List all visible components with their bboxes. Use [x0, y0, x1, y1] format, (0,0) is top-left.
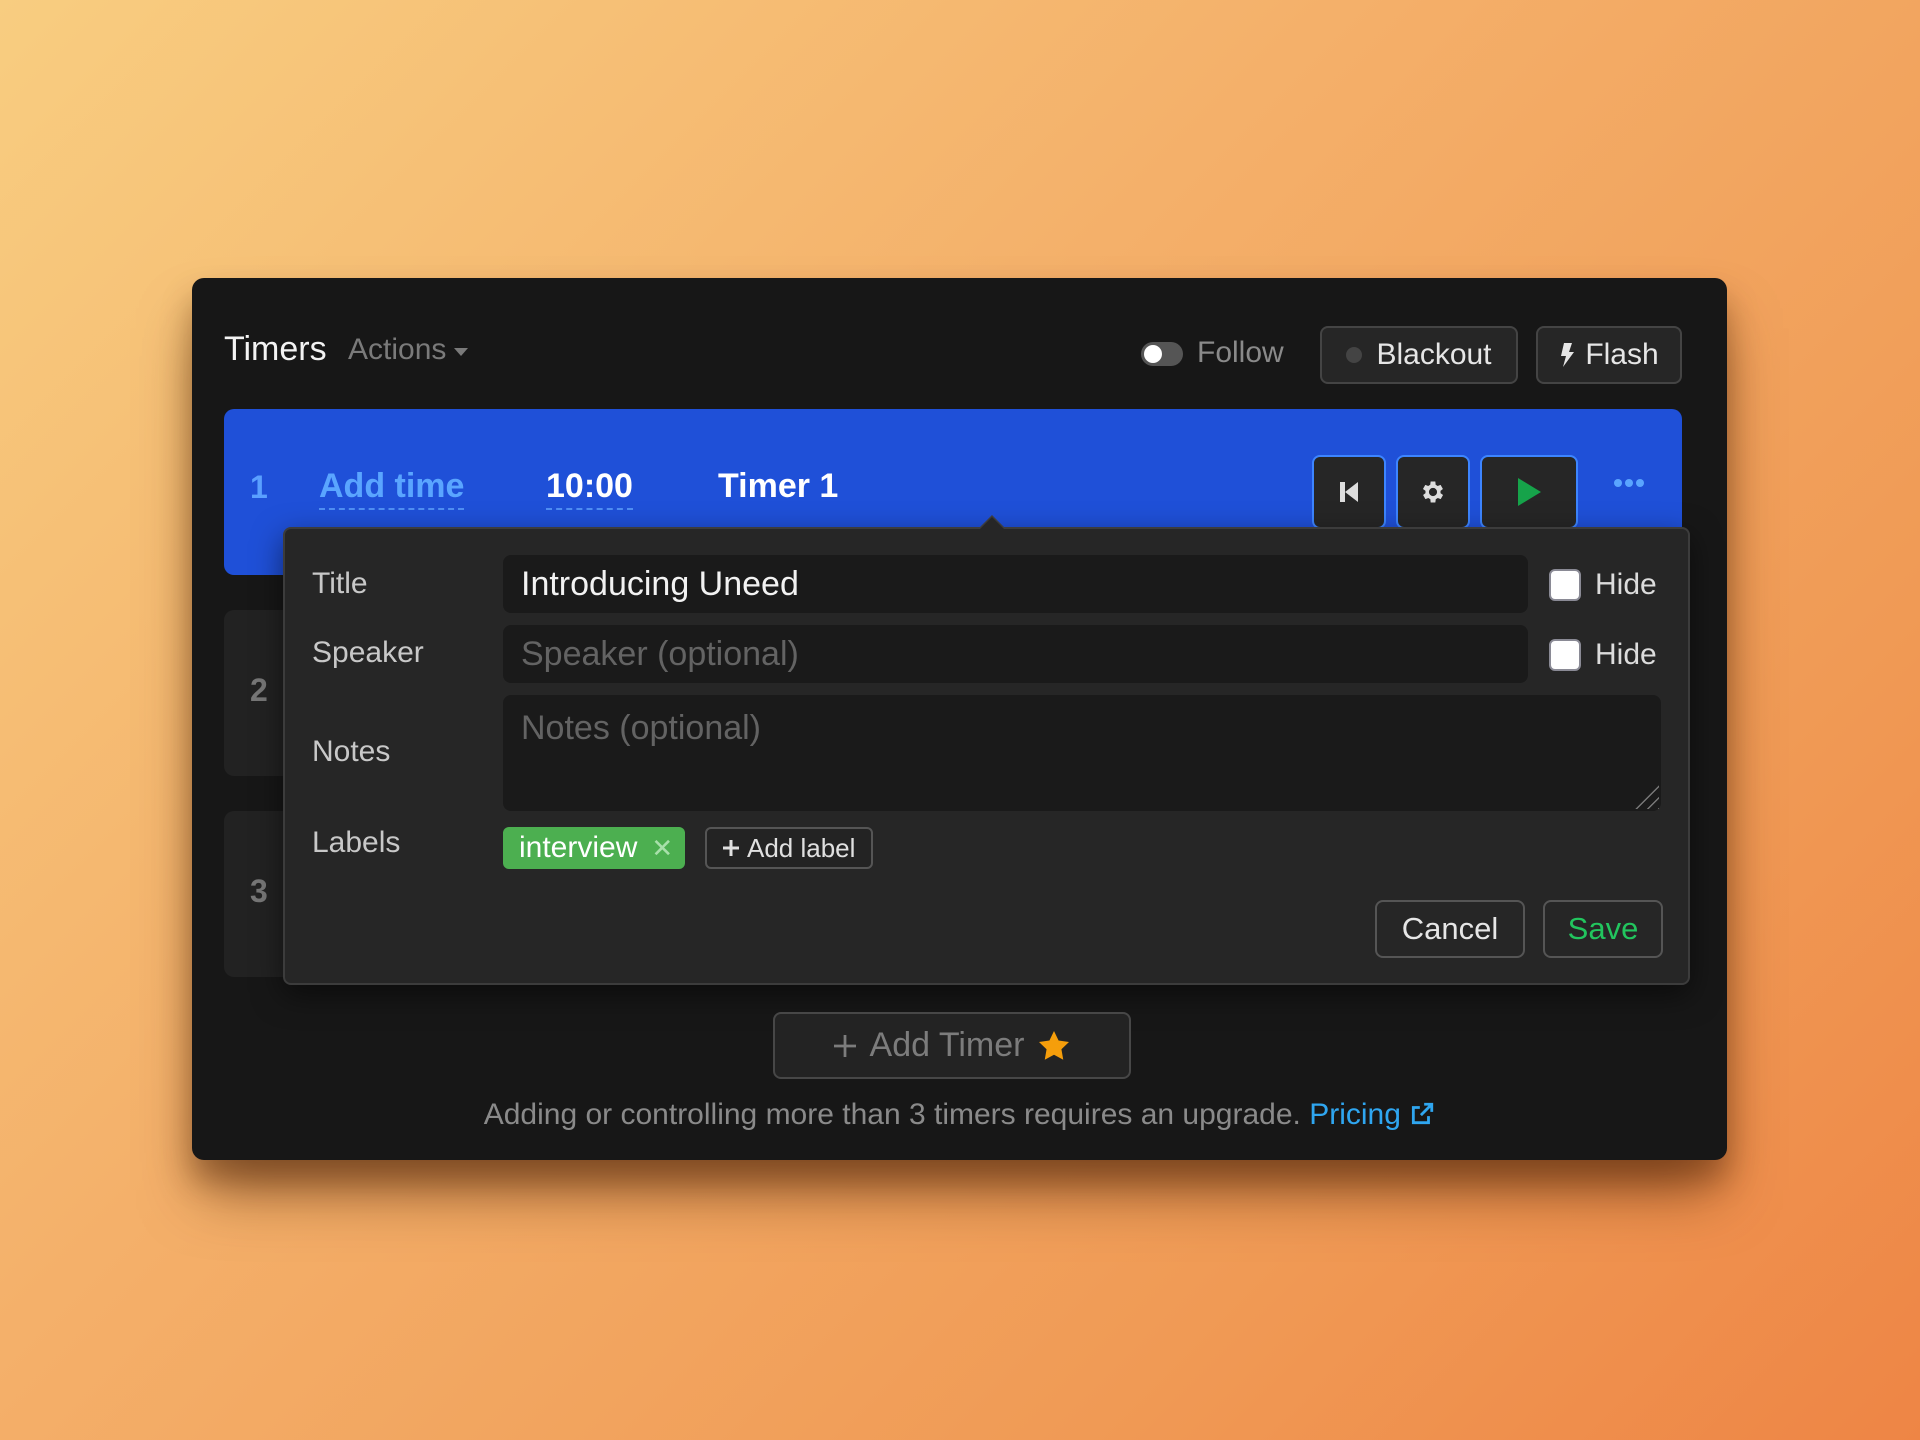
page-title: Timers: [224, 330, 327, 368]
speaker-input[interactable]: Speaker (optional): [503, 625, 1528, 683]
play-icon: [1518, 478, 1541, 506]
more-options-button[interactable]: [1614, 479, 1644, 487]
labels-label: Labels: [312, 826, 401, 859]
checkbox-box: [1549, 569, 1581, 601]
popover-arrow: [978, 515, 1006, 529]
toggle-knob: [1144, 345, 1162, 363]
blackout-dot-icon: [1346, 347, 1363, 363]
hide-speaker-checkbox[interactable]: Hide: [1549, 638, 1657, 672]
notes-placeholder: Notes (optional): [521, 709, 762, 747]
skip-back-icon: [1340, 482, 1358, 502]
reset-button[interactable]: [1312, 455, 1386, 529]
settings-button[interactable]: [1396, 455, 1470, 529]
flash-button[interactable]: Flash: [1536, 326, 1682, 384]
label-tag-name: interview: [519, 831, 638, 864]
upgrade-text: Adding or controlling more than 3 timers…: [483, 1098, 1301, 1131]
more-dot-icon: [1625, 479, 1633, 487]
upgrade-notice: Adding or controlling more than 3 timers…: [192, 1098, 1727, 1132]
resize-handle-icon[interactable]: [1633, 783, 1659, 809]
timer-name[interactable]: Timer 1: [718, 467, 838, 506]
actions-label: Actions: [348, 333, 447, 366]
flash-label: Flash: [1585, 338, 1659, 371]
add-label-button[interactable]: Add label: [705, 827, 874, 869]
remove-label-icon[interactable]: ✕: [651, 833, 673, 864]
speaker-label: Speaker: [312, 636, 424, 669]
notes-label: Notes: [312, 735, 391, 768]
caret-down-icon: [454, 348, 469, 356]
add-timer-label: Add Timer: [869, 1026, 1025, 1064]
timer-index: 3: [250, 873, 268, 909]
hide-label: Hide: [1595, 568, 1657, 601]
gear-icon: [1422, 481, 1444, 503]
plus-icon: [833, 1034, 856, 1057]
plus-icon: [723, 840, 739, 856]
pricing-link[interactable]: Pricing: [1309, 1098, 1435, 1131]
lightning-icon: [1561, 343, 1575, 367]
external-link-icon: [1412, 1102, 1434, 1125]
actions-dropdown[interactable]: Actions: [348, 333, 469, 367]
star-icon: [1039, 1030, 1070, 1060]
label-tag: interview ✕: [503, 827, 686, 869]
notes-textarea[interactable]: Notes (optional): [503, 695, 1661, 811]
blackout-label: Blackout: [1376, 338, 1492, 371]
checkbox-box: [1549, 639, 1581, 671]
timer-index: 2: [250, 672, 268, 708]
hide-label: Hide: [1595, 638, 1657, 671]
save-button[interactable]: Save: [1543, 900, 1663, 958]
timer-index: 1: [250, 469, 268, 505]
title-label: Title: [312, 567, 368, 600]
timers-panel: Timers Actions Follow Blackout Flash 1 A…: [192, 278, 1727, 1160]
hide-title-checkbox[interactable]: Hide: [1549, 568, 1657, 602]
more-dot-icon: [1614, 479, 1622, 487]
title-input[interactable]: Introducing Uneed: [503, 555, 1528, 613]
follow-label: Follow: [1197, 336, 1284, 369]
play-button[interactable]: [1480, 455, 1578, 529]
timer-edit-popover: Title Introducing Uneed Hide Speaker Spe…: [283, 515, 1690, 985]
add-timer-button[interactable]: Add Timer: [773, 1012, 1131, 1079]
add-label-text: Add label: [747, 832, 856, 863]
timer-duration[interactable]: 10:00: [546, 467, 633, 510]
follow-toggle[interactable]: [1141, 342, 1183, 366]
blackout-button[interactable]: Blackout: [1320, 326, 1518, 384]
add-time-link[interactable]: Add time: [319, 467, 465, 510]
cancel-button[interactable]: Cancel: [1375, 900, 1525, 958]
more-dot-icon: [1636, 479, 1644, 487]
pricing-label: Pricing: [1309, 1098, 1401, 1131]
